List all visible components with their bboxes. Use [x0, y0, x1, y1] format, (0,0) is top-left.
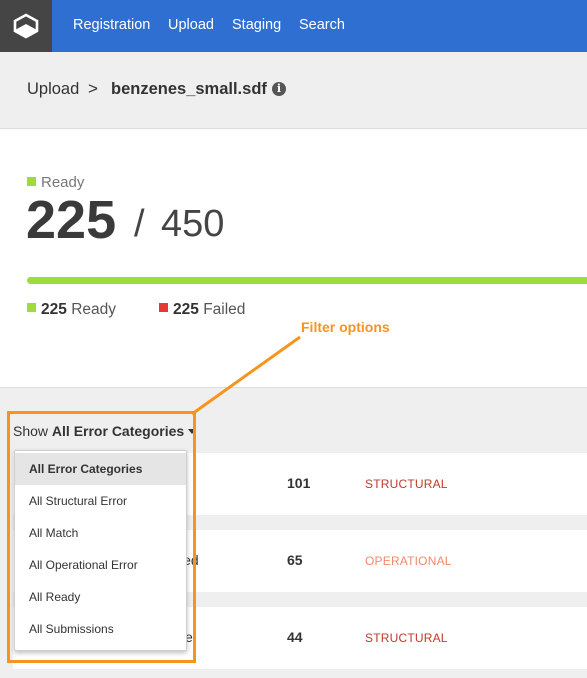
- upload-status-card: Ready 225 / 450 225 Ready 225 Failed: [0, 129, 587, 388]
- nav-upload[interactable]: Upload: [168, 17, 214, 33]
- failed-square-icon: [159, 303, 168, 313]
- count-separator: /: [134, 203, 145, 245]
- nav-search[interactable]: Search: [299, 17, 345, 33]
- annotation-highlight-box: [7, 411, 196, 663]
- legend-ready: 225 Ready: [27, 301, 116, 319]
- annotation-label: Filter options: [301, 319, 390, 335]
- ready-square-icon: [27, 176, 36, 186]
- total-count: 450: [161, 203, 225, 245]
- breadcrumb: Upload > benzenes_small.sdf i: [0, 52, 587, 129]
- row-count: 65: [287, 552, 303, 568]
- row-category: OPERATIONAL: [365, 554, 452, 568]
- top-nav-bar: Registration Upload Staging Search: [0, 0, 587, 52]
- breadcrumb-file-name: benzenes_small.sdf: [111, 80, 267, 98]
- logo[interactable]: [0, 0, 52, 52]
- cube-logo-icon: [13, 13, 39, 39]
- row-category: STRUCTURAL: [365, 631, 448, 645]
- progress-bar-fill: [27, 277, 587, 284]
- info-icon[interactable]: i: [272, 82, 286, 96]
- progress-bar: [27, 277, 587, 284]
- legend-failed: 225 Failed: [159, 301, 245, 319]
- ready-square-icon: [27, 303, 36, 313]
- row-category: STRUCTURAL: [365, 477, 448, 491]
- nav-registration[interactable]: Registration: [73, 17, 150, 33]
- breadcrumb-upload-link[interactable]: Upload: [27, 80, 79, 99]
- nav-staging[interactable]: Staging: [232, 17, 281, 33]
- ready-count: 225: [26, 190, 117, 250]
- row-count: 44: [287, 629, 303, 645]
- row-count: 101: [287, 475, 311, 491]
- breadcrumb-separator: >: [88, 79, 98, 98]
